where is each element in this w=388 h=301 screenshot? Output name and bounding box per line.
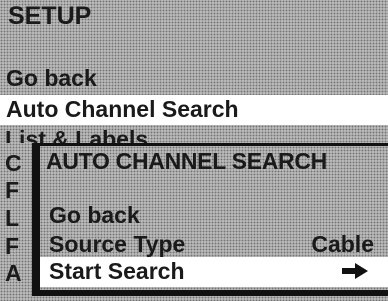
setup-header-panel: SETUP Go back [0,0,388,95]
start-search-item[interactable]: Start Search [40,257,388,287]
go-back-label: Go back [49,202,140,228]
source-type-value: Cable [311,231,374,257]
setup-item-auto-channel-search[interactable]: Auto Channel Search [0,95,388,125]
setup-go-back-item[interactable]: Go back [6,65,97,92]
source-type-item[interactable]: Source Type Cable [40,230,388,260]
setup-item-label: Auto Channel Search [6,96,239,122]
setup-item-partial-f2[interactable]: F [5,232,19,260]
setup-item-partial-l[interactable]: L [5,204,19,232]
setup-item-list-labels[interactable]: List & Labels [5,125,195,143]
start-search-label: Start Search [49,258,185,284]
auto-channel-search-submenu: AUTO CHANNEL SEARCH Go back Source Type … [32,143,388,296]
setup-item-partial-f[interactable]: F [5,176,19,204]
right-arrow-icon [342,263,368,279]
setup-item-partial-c[interactable]: C [5,149,22,177]
setup-title: SETUP [8,2,92,30]
submenu-title: AUTO CHANNEL SEARCH [46,148,327,174]
submenu-go-back-item[interactable]: Go back [40,201,388,231]
setup-item-partial-a[interactable]: A [5,259,22,287]
source-type-label: Source Type [49,231,186,257]
